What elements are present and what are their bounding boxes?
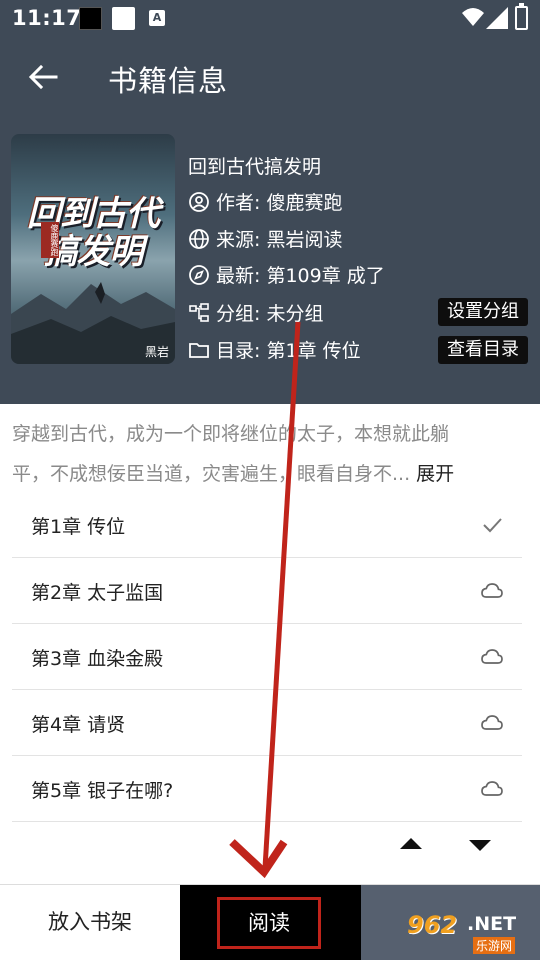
bottom-bar: 放入书架 阅读 962 .NET 乐游网: [0, 884, 540, 960]
book-name: 回到古代搞发明: [188, 152, 321, 179]
notification-a-icon: A: [149, 10, 165, 26]
book-source: 来源: 黑岩阅读: [188, 225, 342, 252]
cloud-icon: [481, 781, 503, 796]
cover-title-line2: 搞发明: [43, 232, 144, 272]
chapter-item[interactable]: 第3章 血染金殿: [12, 624, 522, 690]
group-text: 分组: 未分组: [216, 303, 324, 325]
chapter-item[interactable]: 第2章 太子监国: [12, 558, 522, 624]
chapter-label: 第3章 血染金殿: [31, 648, 164, 670]
signal-icon: [486, 7, 508, 29]
chapter-label: 第2章 太子监国: [31, 582, 164, 604]
expand-link[interactable]: 展开: [416, 463, 454, 485]
watermark-logo: 962 .NET 乐游网: [401, 909, 531, 955]
toc-text: 目录: 第1章 传位: [216, 340, 361, 362]
book-info-header: 书籍信息 回到古代 搞发明 傻鹿赛跑 黑岩 回到古代搞发明 作者: 傻鹿赛跑 来…: [0, 36, 540, 404]
notification-white-icon: [112, 7, 135, 30]
notification-black-icon: [79, 7, 102, 30]
chapter-label: 第5章 银子在哪?: [31, 780, 174, 802]
add-to-shelf-button[interactable]: 放入书架: [0, 885, 180, 960]
compass-icon: [189, 264, 209, 285]
source-text: 来源: 黑岩阅读: [216, 229, 343, 251]
watermark-site: 乐游网: [473, 937, 516, 954]
read-button-label: 阅读: [217, 897, 321, 949]
watermark-number: 962: [407, 911, 458, 939]
status-bar: 11:17 A: [0, 0, 540, 36]
book-toc: 目录: 第1章 传位: [188, 336, 361, 363]
view-toc-button[interactable]: 查看目录: [438, 336, 528, 364]
battery-icon: [515, 3, 528, 30]
cover-publisher: 黑岩: [144, 345, 169, 359]
book-name-text: 回到古代搞发明: [188, 156, 322, 178]
chapter-label: 第1章 传位: [31, 516, 126, 538]
scroll-up-icon[interactable]: [400, 838, 422, 849]
chapter-list: 第1章 传位 第2章 太子监国 第3章 血染金殿 第4章 请贤 第5章 银子在哪…: [12, 492, 522, 822]
scroll-down-icon[interactable]: [469, 840, 491, 851]
read-button[interactable]: 阅读: [180, 885, 361, 960]
globe-icon: [189, 228, 209, 249]
group-icon: [189, 302, 209, 322]
book-author: 作者: 傻鹿赛跑: [188, 188, 342, 215]
cover-author-tag: 傻鹿赛跑: [41, 222, 59, 258]
cloud-icon: [481, 715, 503, 730]
chapter-item[interactable]: 第5章 银子在哪?: [12, 756, 522, 822]
chapter-item[interactable]: 第4章 请贤: [12, 690, 522, 756]
book-latest: 最新: 第109章 成了: [188, 261, 385, 288]
description-line-2-text: 平，不成想佞臣当道，灾害遍生，眼看自身不...: [12, 463, 411, 485]
latest-text: 最新: 第109章 成了: [216, 265, 385, 287]
watermark-net: .NET: [467, 913, 517, 935]
wifi-icon: [462, 8, 484, 26]
book-description: 穿越到古代，成为一个即将继位的太子，本想就此躺 平，不成想佞臣当道，灾害遍生，眼…: [12, 414, 528, 494]
check-icon: [483, 518, 502, 533]
book-group: 分组: 未分组: [188, 299, 323, 326]
chapter-item[interactable]: 第1章 传位: [12, 492, 522, 558]
book-cover: 回到古代 搞发明 傻鹿赛跑 黑岩: [11, 134, 175, 364]
page-title: 书籍信息: [108, 64, 229, 98]
set-group-button[interactable]: 设置分组: [438, 298, 528, 326]
back-arrow-icon[interactable]: [26, 60, 60, 94]
description-line-2: 平，不成想佞臣当道，灾害遍生，眼看自身不... 展开: [12, 454, 528, 494]
cloud-icon: [481, 583, 503, 598]
status-time: 11:17: [12, 6, 82, 30]
person-icon: [189, 191, 209, 212]
description-line-1: 穿越到古代，成为一个即将继位的太子，本想就此躺: [12, 423, 450, 445]
chapter-label: 第4章 请贤: [31, 714, 126, 736]
bottom-right-area: 962 .NET 乐游网: [361, 885, 540, 960]
cloud-icon: [481, 649, 503, 664]
author-text: 作者: 傻鹿赛跑: [216, 192, 343, 214]
folder-icon: [189, 342, 209, 358]
